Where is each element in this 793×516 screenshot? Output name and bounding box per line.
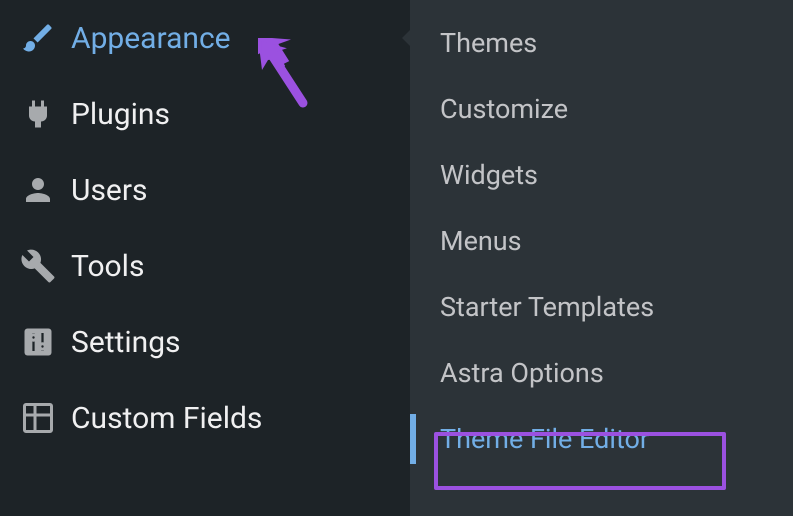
- submenu-item-starter-templates[interactable]: Starter Templates: [410, 274, 793, 340]
- submenu-item-label: Menus: [440, 225, 522, 257]
- submenu-item-customize[interactable]: Customize: [410, 76, 793, 142]
- submenu-item-widgets[interactable]: Widgets: [410, 142, 793, 208]
- sidebar-item-plugins[interactable]: Plugins: [0, 76, 410, 152]
- submenu-item-themes[interactable]: Themes: [410, 10, 793, 76]
- submenu-item-label: Theme File Editor: [440, 423, 649, 455]
- sidebar-item-label: Settings: [71, 325, 181, 360]
- sidebar-item-label: Tools: [71, 249, 144, 284]
- grid-icon: [15, 400, 61, 436]
- appearance-submenu: Themes Customize Widgets Menus Starter T…: [410, 0, 793, 516]
- wrench-icon: [15, 248, 61, 284]
- user-icon: [15, 172, 61, 208]
- sidebar-item-appearance[interactable]: Appearance: [0, 0, 410, 76]
- sidebar-item-custom-fields[interactable]: Custom Fields: [0, 380, 410, 456]
- sidebar-item-settings[interactable]: Settings: [0, 304, 410, 380]
- submenu-item-label: Astra Options: [440, 357, 604, 389]
- sidebar-item-label: Users: [71, 173, 148, 208]
- submenu-item-theme-file-editor[interactable]: Theme File Editor: [410, 406, 793, 472]
- submenu-item-label: Themes: [440, 27, 537, 59]
- sidebar-item-label: Appearance: [71, 21, 231, 56]
- submenu-item-label: Widgets: [440, 159, 538, 191]
- sidebar-item-label: Custom Fields: [71, 401, 262, 436]
- submenu-item-menus[interactable]: Menus: [410, 208, 793, 274]
- sidebar-item-label: Plugins: [71, 97, 170, 132]
- submenu-item-label: Customize: [440, 93, 568, 125]
- paintbrush-icon: [15, 20, 61, 56]
- sidebar-item-users[interactable]: Users: [0, 152, 410, 228]
- sidebar-item-tools[interactable]: Tools: [0, 228, 410, 304]
- sliders-icon: [15, 324, 61, 360]
- admin-main-sidebar: Appearance Plugins Users Tools: [0, 0, 410, 516]
- submenu-item-label: Starter Templates: [440, 291, 654, 323]
- plug-icon: [15, 96, 61, 132]
- submenu-item-astra-options[interactable]: Astra Options: [410, 340, 793, 406]
